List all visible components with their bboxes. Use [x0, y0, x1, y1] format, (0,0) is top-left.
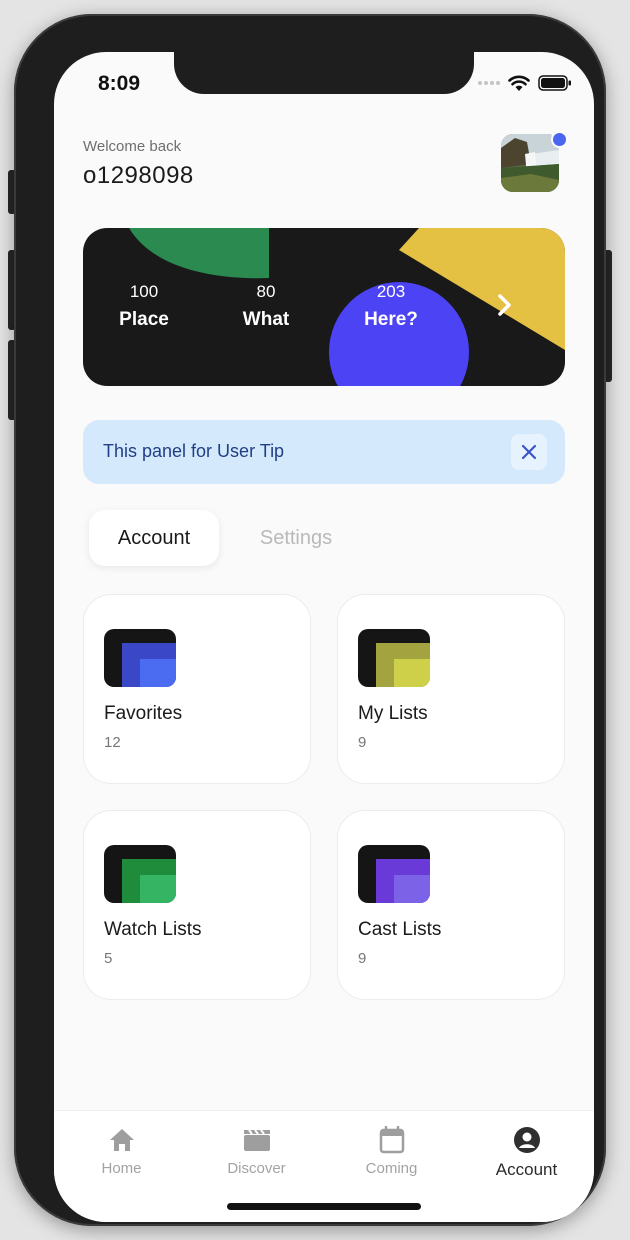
card-count: 9	[358, 950, 367, 967]
tip-text: This panel for User Tip	[103, 441, 285, 461]
card-favorites[interactable]: Favorites 12	[83, 594, 311, 784]
stat-value: 80	[256, 282, 276, 301]
nav-label: Home	[101, 1160, 142, 1177]
card-title: Watch Lists	[104, 919, 202, 940]
nav-label: Discover	[227, 1160, 286, 1177]
cellular-signal-icon	[478, 81, 500, 85]
card-count: 9	[358, 734, 367, 751]
notch	[174, 52, 474, 94]
stat-value: 203	[376, 282, 406, 301]
stats-banner[interactable]: 100 Place 80 What 203 Here?	[83, 228, 565, 386]
wifi-icon	[508, 75, 530, 91]
stat-place: 100 Place	[94, 282, 194, 331]
home-icon	[109, 1129, 134, 1151]
phone-frame: 8:09 Welcome back o1298098 100 Place 80 …	[14, 14, 606, 1226]
notification-dot	[551, 131, 568, 148]
close-icon	[521, 444, 537, 460]
tab-account[interactable]: Account	[89, 510, 219, 566]
status-time: 8:09	[98, 72, 141, 95]
app-screen: 8:09 Welcome back o1298098 100 Place 80 …	[54, 52, 594, 1222]
avatar[interactable]	[501, 134, 559, 192]
nav-label: Coming	[365, 1160, 418, 1177]
card-title: My Lists	[358, 703, 428, 724]
stat-label: Here?	[364, 309, 418, 330]
avatar-image	[501, 134, 559, 192]
nav-account[interactable]: Account	[459, 1125, 594, 1180]
status-icons	[478, 74, 572, 92]
nav-label: Account	[495, 1160, 558, 1179]
purple-stack-icon	[358, 845, 430, 903]
card-cast-lists[interactable]: Cast Lists 9	[337, 810, 565, 1000]
card-count: 5	[104, 950, 113, 967]
stat-what: 80 What	[216, 282, 316, 331]
nav-coming[interactable]: Coming	[324, 1125, 459, 1177]
calendar-icon	[379, 1126, 404, 1154]
battery-icon	[538, 75, 571, 91]
tab-settings[interactable]: Settings	[236, 510, 356, 566]
yellow-stack-icon	[358, 629, 430, 687]
green-stack-icon	[104, 845, 176, 903]
card-count: 12	[104, 734, 121, 751]
card-title: Favorites	[104, 703, 183, 724]
stat-here: 203 Here?	[341, 282, 441, 331]
chevron-right-icon[interactable]	[495, 292, 515, 326]
user-tip-panel: This panel for User Tip	[83, 420, 565, 484]
nav-discover[interactable]: Discover	[189, 1125, 324, 1177]
close-tip-button[interactable]	[511, 434, 547, 470]
account-circle-icon	[513, 1127, 540, 1153]
clapperboard-icon	[243, 1129, 270, 1151]
nav-home[interactable]: Home	[54, 1125, 189, 1177]
card-watch-lists[interactable]: Watch Lists 5	[83, 810, 311, 1000]
stat-value: 100	[129, 282, 159, 301]
stat-label: What	[242, 309, 290, 330]
card-my-lists[interactable]: My Lists 9	[337, 594, 565, 784]
username: o1298098	[83, 162, 194, 189]
card-title: Cast Lists	[358, 919, 442, 940]
stat-label: Place	[119, 309, 169, 330]
blue-stack-icon	[104, 629, 176, 687]
home-indicator	[227, 1203, 421, 1210]
welcome-text: Welcome back	[83, 138, 182, 155]
